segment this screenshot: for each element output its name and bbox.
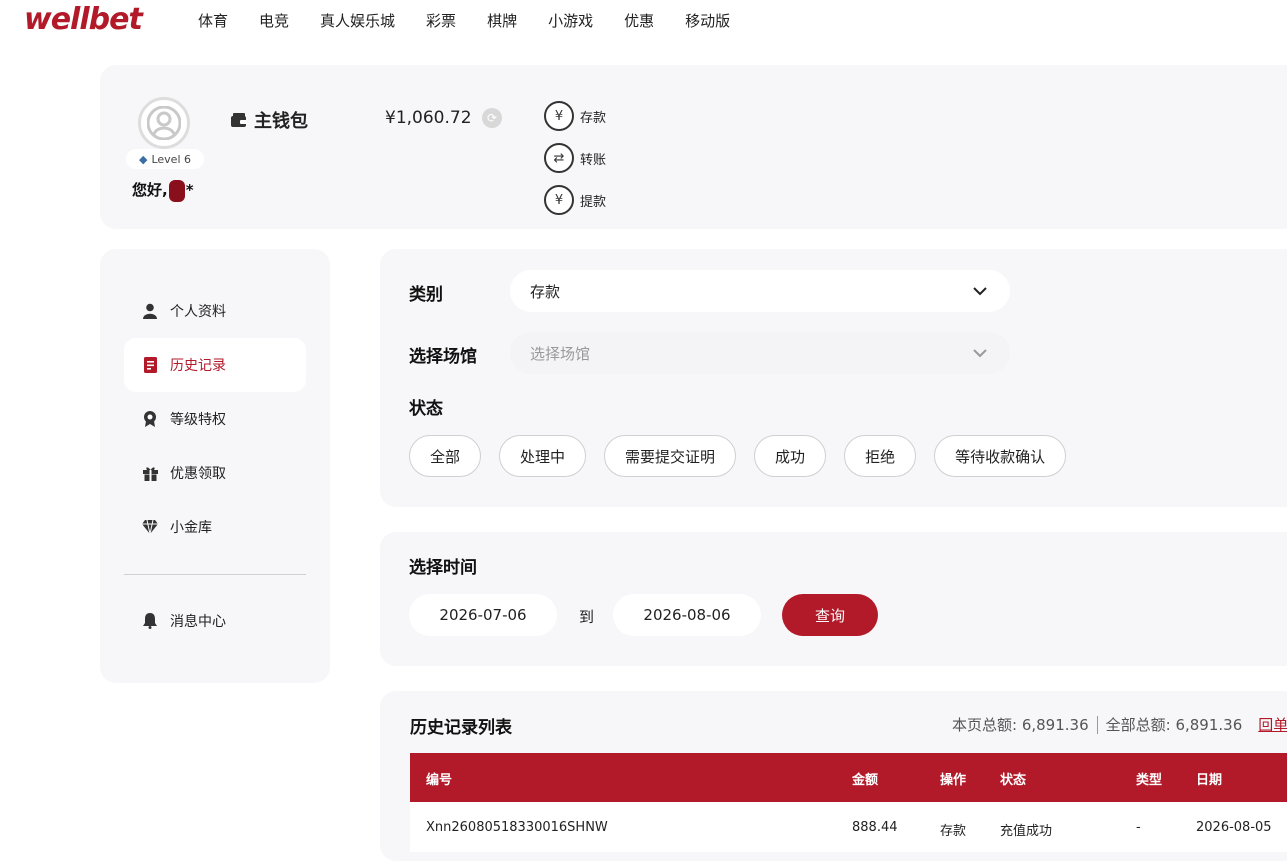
status-label: 状态 [409,399,443,419]
chevron-down-icon [973,349,987,358]
sidebar-item-history[interactable]: 历史记录 [124,338,306,392]
chevron-down-icon [973,287,987,296]
category-select[interactable]: 存款 [510,270,1010,312]
column-header-type: 类型 [1136,773,1163,788]
profile-card: ◆ Level 6 您好, * 主钱包 ¥1,060.72 ⟳ ¥ 存款 ⇄ 转账… [100,65,1287,229]
user-avatar-icon [147,106,181,140]
transfer-button[interactable]: ⇄ 转账 [544,137,606,179]
level-badge: ◆ Level 6 [126,149,204,169]
deposit-label: 存款 [580,110,607,126]
level-text: Level 6 [151,152,191,166]
nav-promotions[interactable]: 优惠 [624,10,654,31]
sidebar-item-label: 消息中心 [170,614,226,630]
cell-status: 充值成功 [1000,824,1053,839]
transfer-icon: ⇄ [544,143,574,173]
greeting-suffix: * [185,181,194,199]
status-chip-processing[interactable]: 处理中 [499,435,587,477]
nav-chess-cards[interactable]: 棋牌 [487,10,517,31]
main-nav: 体育 电竞 真人娱乐城 彩票 棋牌 小游戏 优惠 移动版 [198,10,761,31]
history-filter-card: 类别 存款 选择场馆 选择场馆 状态 全部 处理中 需要提交证明 成功 拒绝 等… [380,249,1287,507]
wallet-title-text: 主钱包 [254,111,308,132]
greeting: 您好, * [132,179,194,202]
wallet-actions: ¥ 存款 ⇄ 转账 ¥ 提款 [544,95,606,221]
totals-divider [1096,715,1098,734]
nav-sports[interactable]: 体育 [198,10,228,31]
deposit-button[interactable]: ¥ 存款 [544,95,606,137]
main-wallet-title: 主钱包 [230,107,308,133]
gift-icon [142,465,158,481]
start-date-input[interactable]: 2026-07-06 [409,594,557,636]
category-label: 类别 [409,285,443,305]
nav-live-casino[interactable]: 真人娱乐城 [320,10,395,31]
history-icon [142,357,158,373]
status-chip-rejected[interactable]: 拒绝 [844,435,917,477]
sidebar-item-label: 个人资料 [170,304,226,320]
diamond-icon [142,519,158,535]
sidebar-item-label: 小金库 [170,520,212,536]
wallet-icon [231,113,247,127]
column-header-amount: 金额 [852,773,879,788]
sidebar-item-label: 等级特权 [170,412,226,428]
nav-mini-games[interactable]: 小游戏 [548,10,593,31]
all-total: 全部总额: 6,891.36 [1105,716,1243,734]
cell-date: 2026-08-05 [1196,820,1272,835]
withdraw-icon: ¥ [544,185,574,215]
transfer-label: 转账 [580,152,607,168]
venue-select[interactable]: 选择场馆 [510,332,1010,374]
sidebar-item-label: 历史记录 [170,358,226,374]
column-header-status: 状态 [1000,773,1027,788]
sidebar-divider [124,574,306,575]
sidebar-item-vip-privileges[interactable]: 等级特权 [124,392,306,446]
status-chip-success[interactable]: 成功 [754,435,827,477]
nav-esports[interactable]: 电竞 [259,10,289,31]
receipt-link[interactable]: 回单 [1258,714,1287,735]
sidebar-item-messages[interactable]: 消息中心 [124,594,306,648]
history-list-title: 历史记录列表 [410,718,512,738]
status-chip-awaiting-confirmation[interactable]: 等待收款确认 [934,435,1067,477]
sidebar-item-label: 优惠领取 [170,466,226,482]
table-header: 编号 金额 操作 状态 类型 日期 [410,753,1287,802]
end-date-input[interactable]: 2026-08-06 [613,594,761,636]
top-navbar: wellbet 体育 电竞 真人娱乐城 彩票 棋牌 小游戏 优惠 移动版 [0,0,1287,44]
sidebar-item-promo-claim[interactable]: 优惠领取 [124,446,306,500]
category-selected-value: 存款 [530,282,561,301]
column-header-date: 日期 [1196,773,1223,788]
user-icon [142,303,158,319]
withdraw-label: 提款 [580,194,607,210]
wallet-balance: ¥1,060.72 [385,108,472,128]
time-range-card: 选择时间 2026-07-06 到 2026-08-06 查询 [380,532,1287,666]
column-header-id: 编号 [426,773,453,788]
nav-lottery[interactable]: 彩票 [426,10,456,31]
greeting-prefix: 您好, [132,181,168,199]
wellbet-logo[interactable]: wellbet [24,2,143,37]
badge-icon [142,411,158,427]
venue-placeholder: 选择场馆 [530,344,591,363]
cell-type: - [1136,820,1141,835]
account-sidebar: 个人资料 历史记录 等级特权 优惠领取 小金库 消息中心 [100,249,330,683]
cell-amount: 888.44 [852,820,898,835]
vip-gem-icon: ◆ [139,152,148,166]
venue-label: 选择场馆 [409,347,477,367]
history-list-card: 历史记录列表 本页总额: 6,891.36 全部总额: 6,891.36 回单 … [380,691,1287,861]
withdraw-button[interactable]: ¥ 提款 [544,179,606,221]
redacted-name [168,179,185,202]
status-filter-group: 全部 处理中 需要提交证明 成功 拒绝 等待收款确认 [409,435,1067,477]
nav-mobile[interactable]: 移动版 [685,10,730,31]
deposit-icon: ¥ [544,101,574,131]
cell-action: 存款 [940,824,967,839]
query-button[interactable]: 查询 [782,594,878,636]
page-total: 本页总额: 6,891.36 [952,716,1089,734]
sidebar-item-vault[interactable]: 小金库 [124,500,306,554]
totals-summary: 本页总额: 6,891.36 全部总额: 6,891.36 回单 [952,714,1287,735]
cell-id: Xnn26080518330016SHNW [426,820,608,835]
time-label: 选择时间 [409,558,477,578]
bell-icon [142,613,158,629]
date-range-separator: 到 [579,608,595,626]
status-chip-needs-proof[interactable]: 需要提交证明 [604,435,737,477]
status-chip-all[interactable]: 全部 [409,435,482,477]
sidebar-item-profile[interactable]: 个人资料 [124,284,306,338]
column-header-action: 操作 [940,773,967,788]
refresh-icon[interactable]: ⟳ [482,108,502,128]
avatar[interactable] [138,97,190,149]
